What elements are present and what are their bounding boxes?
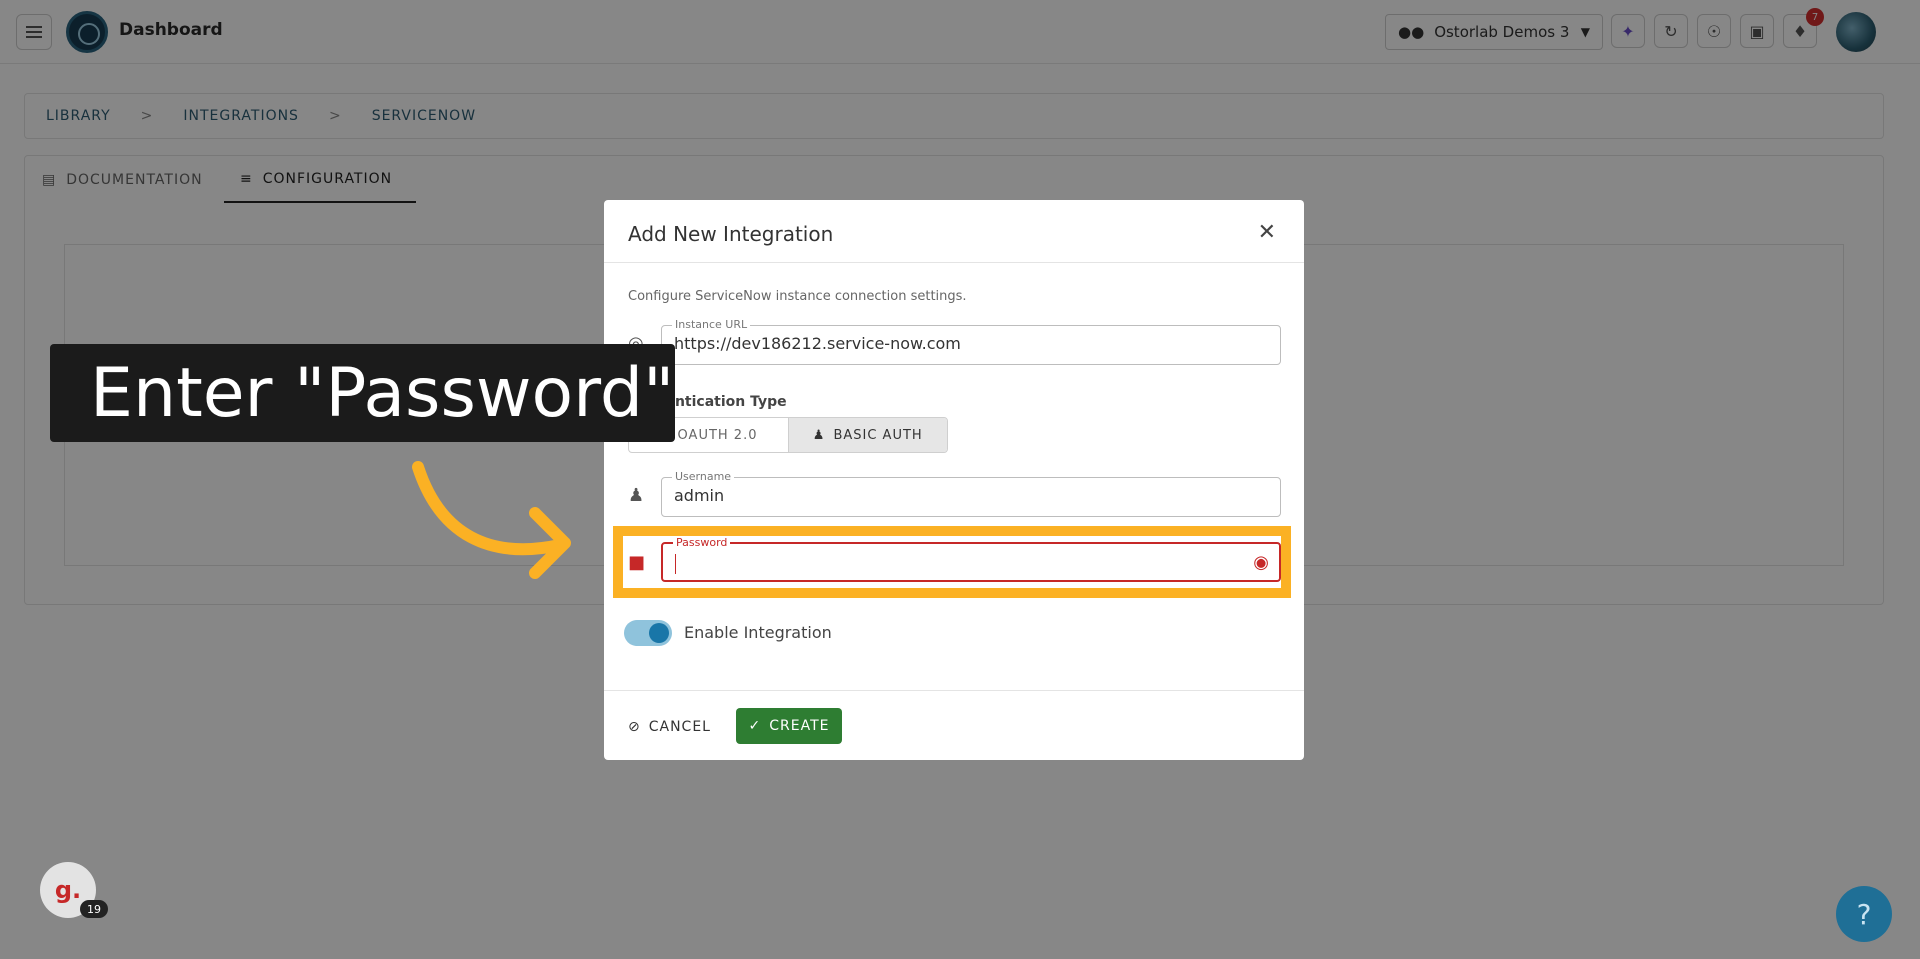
person-icon: ♟	[628, 485, 645, 506]
cancel-button[interactable]: ⊘ CANCEL	[628, 710, 711, 744]
username-label: Username	[672, 470, 735, 483]
oauth-option-label: OAUTH 2.0	[677, 427, 758, 443]
dialog-divider	[604, 690, 1304, 691]
cancel-label: CANCEL	[648, 719, 711, 735]
dialog-divider	[604, 262, 1304, 263]
person-add-icon: ♟	[812, 427, 826, 443]
block-icon: ⊘	[628, 719, 641, 735]
instance-url-value: https://dev186212.service-now.com	[674, 334, 961, 353]
close-icon[interactable]: ✕	[1258, 220, 1276, 245]
enable-integration-toggle[interactable]	[624, 620, 672, 646]
toggle-knob	[649, 623, 669, 643]
curved-arrow-icon	[412, 461, 571, 579]
dialog-description: Configure ServiceNow instance connection…	[628, 289, 967, 304]
create-label: CREATE	[769, 718, 830, 734]
instance-url-label: Instance URL	[672, 318, 751, 331]
basic-auth-option[interactable]: ♟ BASIC AUTH	[787, 418, 947, 452]
create-button[interactable]: ✓ CREATE	[736, 708, 842, 744]
basic-auth-option-label: BASIC AUTH	[833, 427, 923, 443]
help-button[interactable]: ?	[1836, 886, 1892, 942]
auth-type-toggle: ⚷ OAUTH 2.0 ♟ BASIC AUTH	[628, 417, 948, 453]
instance-url-field[interactable]: Instance URL https://dev186212.service-n…	[661, 318, 1281, 365]
instruction-callout: Enter "Password"	[50, 344, 675, 442]
guide-count-badge: 19	[80, 900, 108, 918]
dialog-title: Add New Integration	[628, 222, 834, 246]
guide-letter: g.	[54, 876, 82, 904]
username-field[interactable]: Username admin	[661, 470, 1281, 517]
password-highlight	[613, 526, 1291, 598]
enable-integration-label: Enable Integration	[684, 623, 832, 642]
check-icon: ✓	[748, 718, 762, 734]
instruction-text: Enter "Password"	[90, 353, 675, 433]
username-value: admin	[674, 486, 725, 505]
help-label: ?	[1856, 897, 1872, 931]
add-integration-dialog: Add New Integration ✕ Configure ServiceN…	[604, 200, 1304, 760]
